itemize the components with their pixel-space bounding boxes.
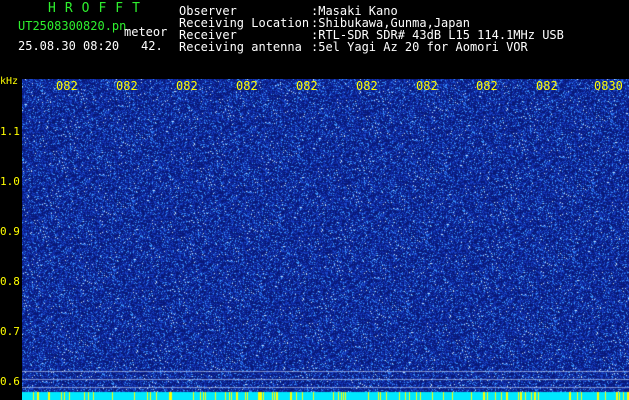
mode-label: meteor	[124, 25, 168, 39]
x-tick-label: 082	[56, 79, 78, 93]
y-tick-label: 1.1	[0, 125, 20, 138]
date-time: 25.08.30 08:20	[18, 39, 120, 53]
y-tick-label: 1.0	[0, 175, 20, 188]
detection-count: 42.	[141, 39, 163, 53]
x-tick-label: 082	[296, 79, 318, 93]
x-tick-label: 0830	[594, 79, 623, 93]
antenna-label: Receiving antenna	[179, 40, 302, 54]
y-tick-label: 0.6	[0, 375, 20, 388]
x-tick-label: 082	[536, 79, 558, 93]
frequency-axis: 1.1 1.0 0.9 0.8 0.7 0.6	[0, 75, 22, 400]
y-tick-label: 0.8	[0, 275, 20, 288]
program-title: HROFFT	[48, 1, 149, 16]
y-tick-label: 0.7	[0, 325, 20, 338]
y-tick-label: 0.9	[0, 225, 20, 238]
header-panel: HROFFT UT2508300820.pn meteor 25.08.30 0…	[0, 0, 629, 75]
x-tick-label: 082	[416, 79, 438, 93]
x-tick-label: 082	[476, 79, 498, 93]
x-tick-label: 082	[356, 79, 378, 93]
x-tick-label: 082	[236, 79, 258, 93]
file-name: UT2508300820.pn	[18, 19, 127, 33]
spectrogram-plot	[22, 79, 629, 400]
x-tick-label: 082	[116, 79, 138, 93]
antenna-value: :5el Yagi Az 20 for Aomori VOR	[311, 40, 528, 54]
x-tick-label: 082	[176, 79, 198, 93]
